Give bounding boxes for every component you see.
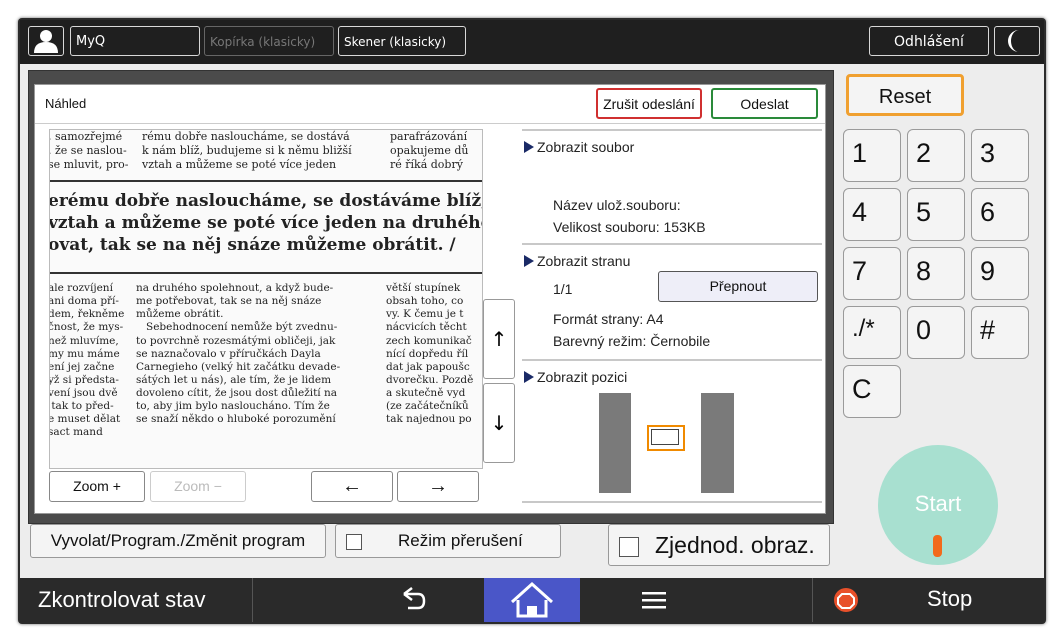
- triangle-right-icon: [524, 255, 534, 267]
- show-page-header: Zobrazit stranu: [524, 253, 630, 269]
- home-button[interactable]: [484, 578, 580, 622]
- simplified-checkbox[interactable]: [619, 537, 639, 557]
- back-button[interactable]: [392, 578, 432, 622]
- divider: [522, 129, 822, 131]
- key-clear[interactable]: C: [843, 365, 901, 418]
- document-preview: , samozřejmé . že se naslou- se mluvit, …: [49, 129, 483, 469]
- scroll-down-button[interactable]: ↓: [483, 383, 515, 463]
- moon-icon: [1008, 30, 1019, 52]
- divider: [522, 359, 822, 361]
- zoom-out-button[interactable]: Zoom −: [150, 471, 246, 502]
- doc-headline: erému dobře nasloucháme, se dostáváme bl…: [49, 191, 482, 256]
- switch-page-button[interactable]: Přepnout: [658, 271, 818, 302]
- page-count: 1/1: [553, 281, 573, 297]
- doc-text-body-col2: na druhého spolehnout, a když bude- me p…: [136, 282, 341, 426]
- show-page-label: Zobrazit stranu: [537, 253, 631, 269]
- doc-text-body-col1: ale rozvíjení ani doma pří- dem, řekněme…: [49, 282, 125, 439]
- arrow-left-icon: ←: [342, 475, 362, 497]
- zoom-in-button[interactable]: Zoom +: [49, 471, 145, 502]
- doc-text-top-col3: parafrázování opakujeme dů ré říká dobrý: [390, 130, 469, 171]
- send-button[interactable]: Odeslat: [711, 88, 818, 119]
- doc-text-body-col3: větší stupínek obsah toho, co vy. K čemu…: [386, 282, 474, 426]
- key-4[interactable]: 4: [843, 188, 901, 241]
- divider: [522, 501, 822, 503]
- key-7[interactable]: 7: [843, 247, 901, 300]
- arrow-down-icon: ↓: [490, 411, 508, 435]
- doc-rule-top: [50, 180, 482, 182]
- position-frame-inner: [651, 429, 679, 445]
- myq-button[interactable]: MyQ: [70, 26, 200, 56]
- stop-icon: [834, 588, 858, 612]
- file-size-label: Velikost souboru: 153KB: [553, 219, 706, 235]
- interrupt-mode-button[interactable]: Režim přerušení: [335, 524, 561, 558]
- key-0[interactable]: 0: [907, 306, 965, 359]
- doc-text-top-col1: , samozřejmé . že se naslou- se mluvit, …: [49, 130, 129, 171]
- key-2[interactable]: 2: [907, 129, 965, 182]
- logout-button[interactable]: Odhlášení: [869, 26, 989, 56]
- stop-label: Stop: [927, 586, 973, 611]
- dialog-title: Náhled: [45, 96, 87, 111]
- key-1[interactable]: 1: [843, 129, 901, 182]
- key-5[interactable]: 5: [907, 188, 965, 241]
- copier-classic-button[interactable]: Kopírka (klasicky): [204, 26, 334, 56]
- dialog-header: Náhled Zrušit odeslání Odeslat: [35, 85, 825, 124]
- doc-rule-bottom: [50, 272, 482, 274]
- triangle-right-icon: [524, 371, 534, 383]
- check-status-button[interactable]: Zkontrolovat stav: [20, 578, 252, 622]
- key-dot-star[interactable]: ./*: [843, 306, 901, 359]
- color-mode-label: Barevný režim: Černobile: [553, 333, 711, 349]
- user-icon-button[interactable]: [28, 26, 64, 56]
- arrow-up-icon: ↑: [490, 327, 508, 351]
- interrupt-checkbox[interactable]: [346, 534, 362, 550]
- simplified-label: Zjednod. obraz.: [655, 532, 815, 558]
- night-mode-button[interactable]: [994, 26, 1040, 56]
- position-frame: [647, 425, 685, 451]
- simplified-screen-button[interactable]: Zjednod. obraz.: [608, 524, 830, 566]
- hamburger-menu-icon: [642, 592, 666, 609]
- scroll-up-button[interactable]: ↑: [483, 299, 515, 379]
- home-icon: [510, 581, 554, 618]
- key-6[interactable]: 6: [971, 188, 1029, 241]
- show-file-label: Zobrazit soubor: [537, 139, 635, 155]
- show-position-label: Zobrazit pozici: [537, 369, 628, 385]
- key-hash[interactable]: #: [971, 306, 1029, 359]
- divider: [252, 578, 253, 622]
- key-9[interactable]: 9: [971, 247, 1029, 300]
- position-thumbnail: [599, 393, 734, 493]
- show-file-header: Zobrazit soubor: [524, 139, 634, 155]
- arrow-right-icon: →: [428, 475, 448, 497]
- reset-button[interactable]: Reset: [846, 74, 964, 116]
- cancel-send-button[interactable]: Zrušit odeslání: [596, 88, 702, 119]
- start-indicator-icon: [933, 535, 942, 557]
- doc-text-top-col2: rému dobře nasloucháme, se dostává k nám…: [142, 130, 352, 171]
- scanner-classic-button[interactable]: Skener (klasicky): [338, 26, 466, 56]
- bottom-bar: Zkontrolovat stav Stop: [20, 578, 1044, 622]
- triangle-right-icon: [524, 141, 534, 153]
- divider: [522, 243, 822, 245]
- stop-button[interactable]: Stop: [813, 578, 1044, 622]
- file-name-label: Název ulož.souboru:: [553, 197, 681, 213]
- show-position-header: Zobrazit pozici: [524, 369, 627, 385]
- page-format-label: Formát strany: A4: [553, 311, 664, 327]
- top-bar: MyQ Kopírka (klasicky) Skener (klasicky)…: [20, 20, 1044, 64]
- back-arrow-icon: [403, 587, 426, 610]
- interrupt-label: Režim přerušení: [398, 531, 523, 550]
- menu-button[interactable]: [634, 578, 674, 622]
- recall-program-button[interactable]: Vyvolat/Program./Změnit program: [30, 524, 326, 558]
- key-8[interactable]: 8: [907, 247, 965, 300]
- start-button[interactable]: Start: [878, 445, 998, 565]
- page-next-button[interactable]: →: [397, 471, 479, 502]
- preview-dialog: Náhled Zrušit odeslání Odeslat , samozře…: [34, 84, 826, 514]
- key-3[interactable]: 3: [971, 129, 1029, 182]
- page-prev-button[interactable]: ←: [311, 471, 393, 502]
- user-icon: [34, 30, 58, 53]
- start-label: Start: [914, 491, 962, 516]
